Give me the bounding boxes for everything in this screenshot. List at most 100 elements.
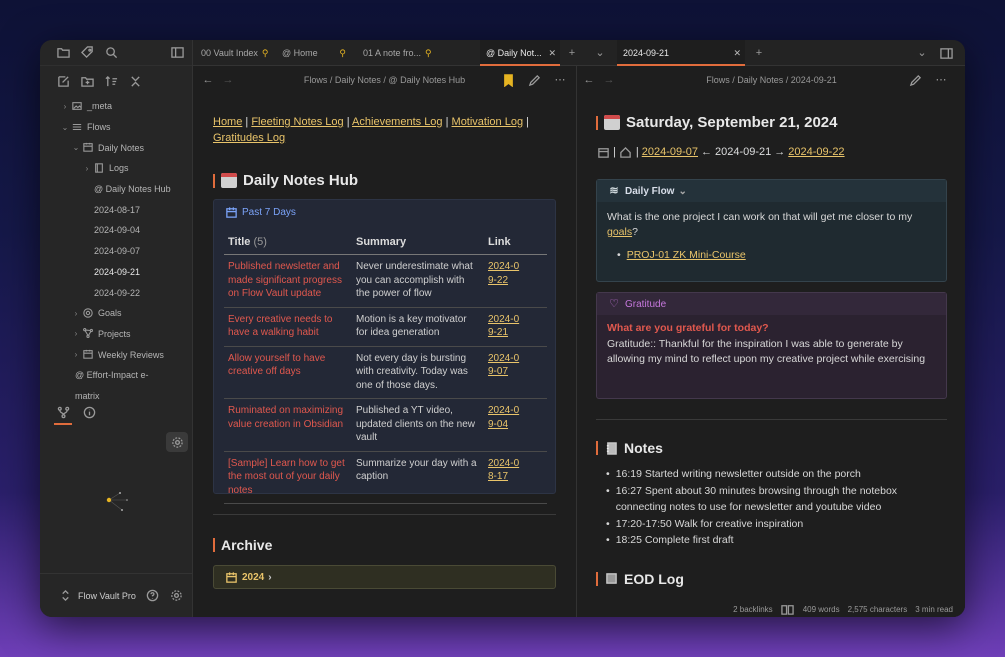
sidebar-toggle-icon[interactable] [170,46,184,60]
chevron-icon[interactable]: ⌄ [60,123,70,132]
vault-switcher[interactable]: Flow Vault Pro [40,573,193,617]
file-tree-item[interactable]: 2024-09-22 [40,282,193,303]
new-folder-icon[interactable] [80,74,94,88]
chevron-icon[interactable]: › [71,350,81,359]
row-title[interactable]: Ruminated on maximizing value creation i… [224,398,352,452]
breadcrumb[interactable]: Flows / Daily Notes / @ Daily Notes Hub [193,75,576,85]
bookmark-icon[interactable] [501,73,515,87]
link-home[interactable]: Home [213,116,242,128]
tag-icon[interactable] [80,46,94,60]
file-tree-item[interactable]: 2024-09-21 [40,262,193,283]
notes-heading-text: Notes [624,440,663,456]
file-tree-item[interactable]: › Goals [40,303,193,324]
column-summary[interactable]: Summary [352,230,484,255]
archive-heading: Archive [213,537,556,553]
file-tree-item[interactable]: ⌄ Daily Notes [40,137,193,158]
new-tab-icon[interactable]: + [752,46,766,60]
file-tree-item[interactable]: › Projects [40,324,193,345]
prev-day-link[interactable]: 2024-09-07 [642,146,698,158]
right-arrow: → [774,146,786,158]
backlinks-count[interactable]: 2 backlinks [733,605,773,614]
archive-2024-callout[interactable]: 2024 › [213,565,556,589]
chevron-icon[interactable]: › [60,102,70,111]
new-tab-icon[interactable]: + [565,46,579,60]
more-options-icon[interactable]: ⋯ [553,73,567,87]
file-tree-item[interactable]: › Logs [40,158,193,179]
chevron-icon[interactable]: › [71,329,81,338]
tab-home[interactable]: @ Home ⚲ [282,40,352,66]
help-icon[interactable] [145,589,159,603]
char-count: 2,575 characters [847,604,908,614]
row-date-link[interactable]: 2024-08-17 [488,457,520,484]
collapse-icon[interactable] [128,74,142,88]
file-tree-item[interactable]: @ Effort-Impact e- [40,365,193,386]
house-icon[interactable] [619,145,633,159]
row-date-link[interactable]: 2024-09-21 [488,313,520,340]
link-gratitudes-log[interactable]: Gratitudes Log [213,132,285,144]
file-tree-item[interactable]: › Weekly Reviews [40,344,193,365]
edit-icon[interactable] [527,73,541,87]
folder-icon[interactable] [56,46,70,60]
row-date-link[interactable]: 2024-09-22 [488,260,520,287]
row-title[interactable]: Published newsletter and made significan… [224,254,352,308]
page-title: Daily Notes Hub [213,172,556,189]
file-tree-label: Logs [109,163,129,174]
file-tree-item[interactable]: 2024-09-04 [40,220,193,241]
callout-title[interactable]: ♡ Gratitude [597,293,946,315]
list-icon [72,122,83,133]
close-icon[interactable]: ✕ [548,48,556,59]
tab-note-from[interactable]: 01 A note fro... ⚲ [363,40,473,66]
link-fleeting-notes-log[interactable]: Fleeting Notes Log [251,116,343,128]
branch-icon[interactable] [54,405,72,425]
file-tree-item[interactable]: › _meta [40,96,193,117]
more-options-icon[interactable]: ⋯ [934,73,948,87]
past-days-table: Title (5) Summary Link Published newslet… [224,230,547,504]
note-title-text: Saturday, September 21, 2024 [626,114,838,131]
row-title[interactable]: Every creative needs to have a walking h… [224,307,352,347]
settings-icon[interactable] [169,589,183,603]
file-tree-item[interactable]: matrix [40,386,193,407]
current-day: 2024-09-21 [715,146,772,158]
chevron-down-icon[interactable]: ⌄ [915,46,929,60]
right-sidebar-toggle-icon[interactable] [939,46,953,60]
link-achievements-log[interactable]: Achievements Log [352,116,443,128]
chevron-down-icon[interactable]: ⌄ [593,46,607,60]
file-tree: › _meta ⌄ Flows ⌄ Daily Notes › Logs @ Daily Not… [40,96,193,406]
file-tree-item[interactable]: ⌄ Flows [40,117,193,138]
row-title[interactable]: Allow yourself to have creative off days [224,346,352,399]
column-link[interactable]: Link [484,230,547,255]
project-link[interactable]: PROJ-01 ZK Mini-Course [627,248,746,263]
local-graph[interactable] [100,485,140,515]
file-tree-label: 2024-08-17 [94,204,141,215]
edit-icon[interactable] [908,73,922,87]
sort-icon[interactable] [104,74,118,88]
new-note-icon[interactable] [56,74,70,88]
row-title[interactable]: [Sample] Learn how to get the most out o… [224,451,352,504]
column-title[interactable]: Title (5) [224,230,352,255]
chevron-icon[interactable]: › [82,164,92,173]
calendar-icon[interactable] [596,145,610,159]
tab-label: @ Daily Not... [486,48,542,58]
search-icon[interactable] [104,46,118,60]
chevron-icon[interactable]: ⌄ [71,143,81,152]
tab-2024-09-21[interactable]: 2024-09-21 ✕ [617,40,745,66]
link-motivation-log[interactable]: Motivation Log [452,116,524,128]
day-navigation: | | 2024-09-07 ← 2024-09-21 → 2024-09-22 [596,145,947,159]
chevron-icon[interactable]: › [71,309,81,318]
row-link-cell: 2024-09-22 [484,254,547,308]
next-day-link[interactable]: 2024-09-22 [788,146,844,158]
graph-settings-button[interactable] [166,432,188,452]
row-date-link[interactable]: 2024-09-07 [488,352,520,379]
callout-title[interactable]: ≋ Daily Flow ⌄ [597,180,946,202]
file-tree-item[interactable]: 2024-09-07 [40,241,193,262]
file-tree-label: 2024-09-04 [94,225,141,236]
row-date-link[interactable]: 2024-09-04 [488,404,520,431]
tab-vault-index[interactable]: 00 Vault Index ⚲ [201,40,271,66]
tab-daily-notes-hub[interactable]: @ Daily Not... ✕ [480,40,560,66]
close-icon[interactable]: ✕ [733,48,741,59]
file-tree-item[interactable]: @ Daily Notes Hub [40,179,193,200]
breadcrumb[interactable]: Flows / Daily Notes / 2024-09-21 [578,75,965,85]
goals-link[interactable]: goals [607,226,632,238]
info-icon[interactable] [82,405,96,419]
file-tree-item[interactable]: 2024-08-17 [40,199,193,220]
